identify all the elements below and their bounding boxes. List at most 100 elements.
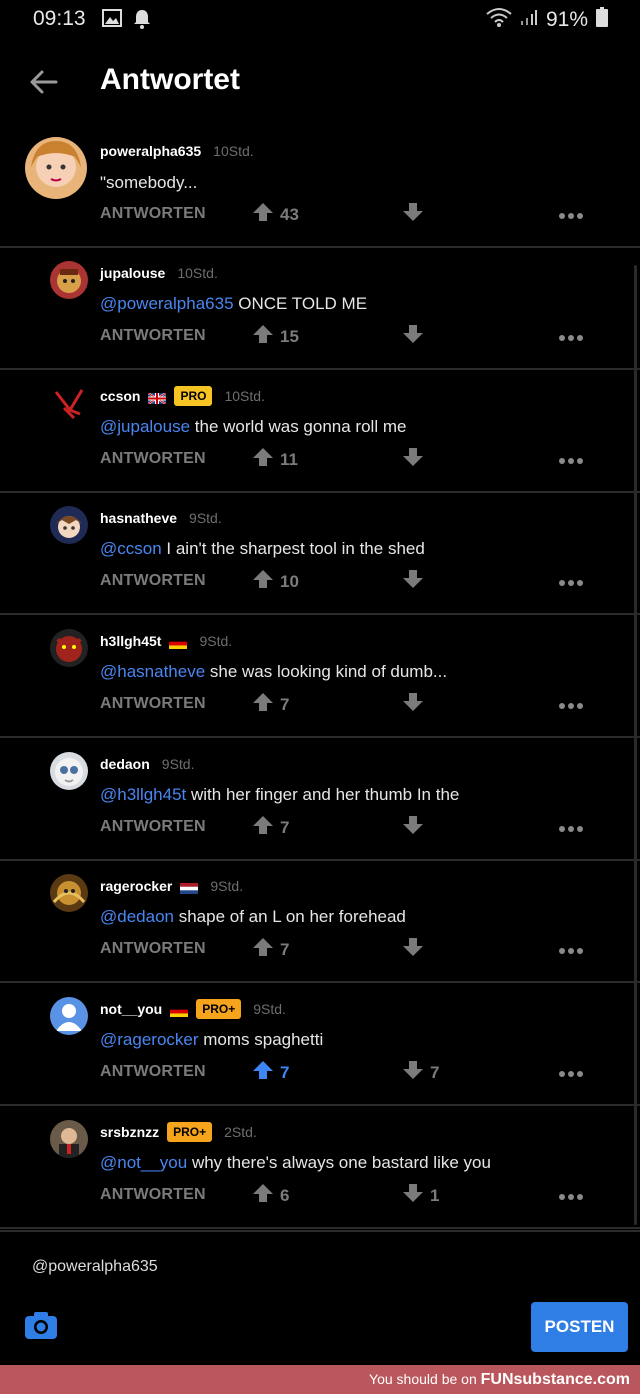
post-button[interactable]: POSTEN [531,1302,628,1352]
more-options-icon[interactable] [558,821,584,832]
username[interactable]: not__you [100,1001,162,1017]
back-arrow-icon[interactable] [28,68,60,96]
avatar-anime-boy[interactable] [50,506,88,544]
comment-body: moms spaghetti [198,1030,324,1049]
reply-button[interactable]: ANTWORTEN [100,205,206,223]
more-options-icon[interactable] [558,1189,584,1200]
upvote-button[interactable]: 11 [252,447,298,472]
username[interactable]: ragerocker [100,878,172,894]
pro-badge: PRO+ [196,999,242,1019]
downvote-button[interactable] [402,937,424,962]
username[interactable]: jupalouse [100,265,165,281]
comment-body: I ain't the sharpest tool in the shed [161,539,425,558]
app-header: Antwortet [0,40,640,125]
upvote-count: 11 [280,449,298,469]
username[interactable]: srsbznzz [100,1124,159,1140]
status-time: 09:13 [33,7,86,30]
comment-actions: ANTWORTEN 7 [100,692,600,716]
mention-link[interactable]: @dedaon [100,907,174,926]
upvote-arrow-icon [252,1183,274,1208]
reply-button[interactable]: ANTWORTEN [100,1063,206,1081]
downvote-arrow-icon [402,937,424,962]
downvote-button[interactable]: 1 [402,1183,439,1208]
reply-input[interactable] [32,1258,239,1276]
upvote-arrow-icon [252,569,274,594]
downvote-button[interactable] [402,447,424,472]
upvote-button[interactable]: 7 [252,692,289,717]
camera-icon[interactable] [24,1310,58,1340]
more-options-icon[interactable] [558,330,584,341]
mention-link[interactable]: @ccson [100,539,162,558]
comment-reply: ragerocker 9Std. @dedaon shape of an L on … [0,860,640,983]
downvote-arrow-icon [402,815,424,840]
downvote-button[interactable] [402,569,424,594]
reply-button[interactable]: ANTWORTEN [100,450,206,468]
comment-reply: h3llgh45t 9Std. @hasnatheve she was lookin… [0,615,640,738]
comment-text: @ragerocker moms spaghetti [100,1030,323,1050]
comment-text: @poweralpha635 ONCE TOLD ME [100,294,367,314]
mention-link[interactable]: @hasnatheve [100,662,205,681]
comment-actions: ANTWORTEN 43 [100,202,600,226]
upvote-count: 7 [280,939,290,959]
downvote-arrow-icon [402,324,424,349]
more-options-icon[interactable] [558,208,584,219]
scrollbar[interactable] [634,265,637,1225]
status-bar: 09:13 91% [0,0,640,40]
avatar-painting[interactable] [50,874,88,912]
upvote-button[interactable]: 6 [252,1183,289,1208]
mention-link[interactable]: @not__you [100,1153,187,1172]
avatar-cat-face[interactable] [50,752,88,790]
upvote-button[interactable]: 7 [252,1060,289,1085]
username[interactable]: dedaon [100,756,150,772]
downvote-arrow-icon [402,202,424,227]
avatar-dragon[interactable] [50,384,88,422]
pro-badge: PRO [174,386,213,406]
more-options-icon[interactable] [558,1066,584,1077]
more-options-icon[interactable] [558,698,584,709]
upvote-count: 15 [280,326,299,346]
downvote-button[interactable] [402,324,424,349]
upvote-button[interactable]: 15 [252,324,299,349]
comment-meta: jupalouse 10Std. [100,263,218,283]
upvote-arrow-icon [252,937,274,962]
username[interactable]: h3llgh45t [100,633,161,649]
comment-reply: srsbznzz PRO+ 2Std. @not__you why there's a… [0,1106,640,1229]
more-options-icon[interactable] [558,575,584,586]
more-options-icon[interactable] [558,943,584,954]
upvote-arrow-icon [252,447,274,472]
reply-button[interactable]: ANTWORTEN [100,1186,206,1204]
mention-link[interactable]: @poweralpha635 [100,294,234,313]
comment-actions: ANTWORTEN 7 [100,815,600,839]
reply-button[interactable]: ANTWORTEN [100,572,206,590]
downvote-button[interactable]: 7 [402,1060,439,1085]
reply-button[interactable]: ANTWORTEN [100,940,206,958]
more-options-icon[interactable] [558,453,584,464]
mention-link[interactable]: @ragerocker [100,1030,199,1049]
upvote-button[interactable]: 43 [252,202,299,227]
comment-meta: hasnatheve 9Std. [100,508,222,528]
upvote-button[interactable]: 10 [252,569,299,594]
reply-button[interactable]: ANTWORTEN [100,327,206,345]
comment-body: ONCE TOLD ME [233,294,368,313]
avatar-red-face[interactable] [50,261,88,299]
reply-button[interactable]: ANTWORTEN [100,695,206,713]
avatar-anime-girl[interactable] [25,137,87,199]
avatar-suited-man[interactable] [50,1120,88,1158]
comment-body: the world was gonna roll me [190,417,407,436]
downvote-button[interactable] [402,692,424,717]
username[interactable]: ccson [100,388,140,404]
avatar-devil[interactable] [50,629,88,667]
upvote-arrow-icon [252,815,274,840]
downvote-button[interactable] [402,815,424,840]
watermark-brand: FUNsubstance.com [480,1371,630,1388]
mention-link[interactable]: @jupalouse [100,417,190,436]
username[interactable]: poweralpha635 [100,143,201,159]
upvote-button[interactable]: 7 [252,815,289,840]
avatar-default-user[interactable] [50,997,88,1035]
mention-link[interactable]: @h3llgh45t [100,785,186,804]
reply-button[interactable]: ANTWORTEN [100,818,206,836]
username[interactable]: hasnatheve [100,510,177,526]
downvote-count: 1 [430,1185,440,1205]
downvote-button[interactable] [402,202,424,227]
upvote-button[interactable]: 7 [252,937,289,962]
